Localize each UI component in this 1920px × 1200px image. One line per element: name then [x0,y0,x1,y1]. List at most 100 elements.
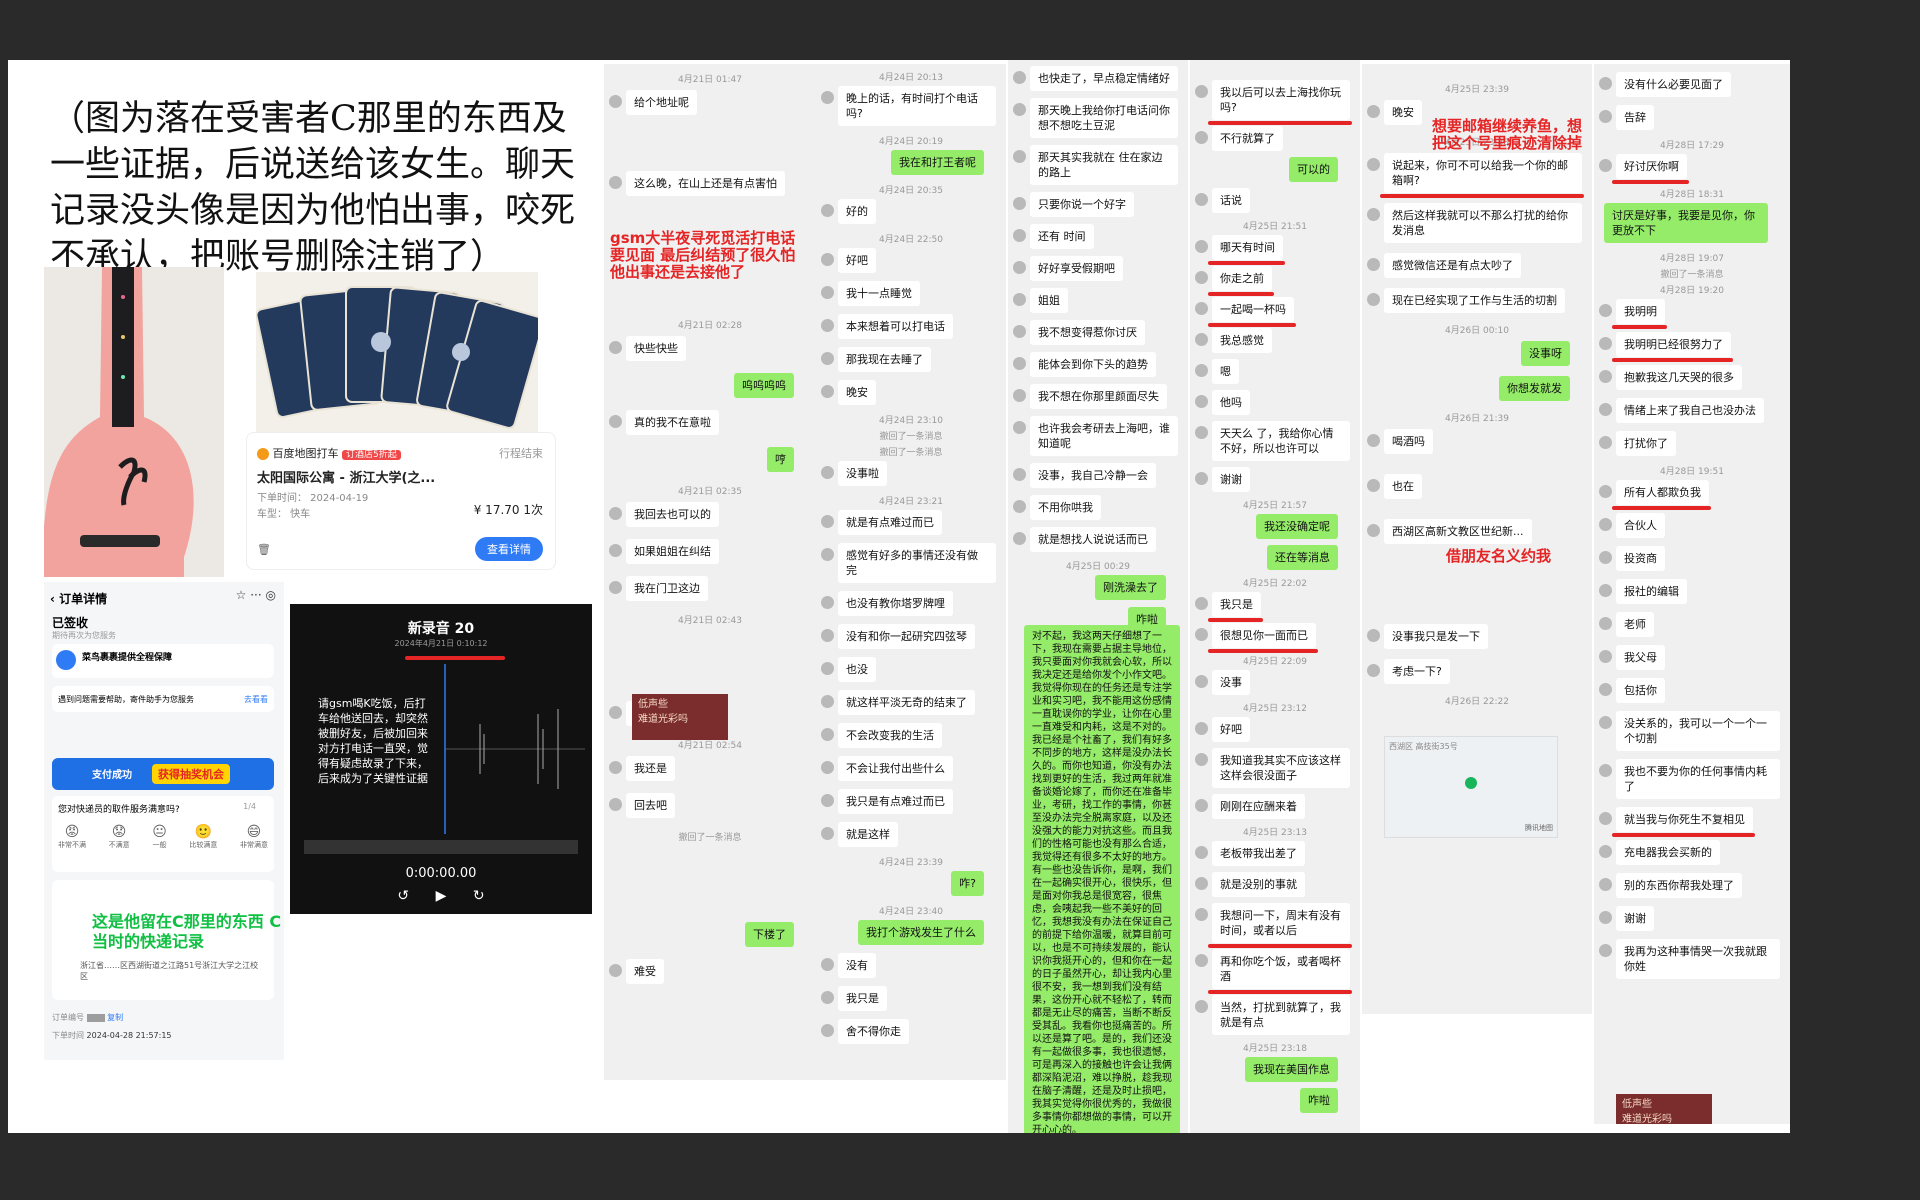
order-annotation: 这是他留在C那里的东西 C当时的快递记录 [92,912,282,951]
incoming-message: 真的我不在意啦 [626,410,719,435]
rating-option[interactable]: 😟 不满意 [109,824,130,850]
courier-text: 菜鸟裹裹提供全程保障 [82,653,173,663]
col1-annotation: gsm大半夜寻死觅活打电话要见面 最后纠结预了很久怕他出事还是去接他了 [610,229,796,281]
avatar [1195,628,1208,641]
incoming-message: 喝酒吗 [1384,429,1433,454]
avatar [1013,229,1026,242]
copy-button[interactable]: 复制 [107,1013,123,1022]
incoming-message: 情绪上来了我自己也没办法 [1616,398,1764,423]
chat-timestamp: 4月25日 21:57 [1243,501,1307,511]
rewind-icon[interactable]: ↺ [397,888,409,904]
chat-timestamp: 4月24日 23:10 [879,416,943,426]
avatar [1195,908,1208,921]
incoming-message: 哪天有时间 [1212,235,1283,260]
red-underline [1612,358,1733,362]
incoming-message: 本来想着可以打电话 [838,314,953,339]
chat-timestamp: 4月25日 23:13 [1243,828,1307,838]
outgoing-message: 呜呜呜呜 [734,373,794,398]
avatar [1599,518,1612,531]
incoming-message: 老师 [1616,612,1654,637]
red-underline [1208,990,1352,994]
ride-type: 车型： 快车 [257,509,311,520]
rating-option[interactable]: 😐 一般 [152,824,167,850]
avatar [821,352,834,365]
evidence-collage: （图为落在受害者C那里的东西及一些证据，后说送给该女生。聊天记录没头像是因为他怕… [8,60,1790,1133]
location-card[interactable]: 西湖区 高技街35号 腾讯地图 [1384,736,1558,838]
incoming-message: 就这样平淡无奇的结束了 [838,690,975,715]
incoming-message: 我再为这种事情哭一次我就跟你姓 [1616,939,1780,979]
avatar [1599,110,1612,123]
order-time: 2024-04-28 21:57:15 [86,1031,172,1040]
rating-option[interactable]: 😡 非常不满 [58,824,86,850]
incoming-message: 好讨厌你啊 [1616,154,1687,179]
red-underline [1208,944,1352,948]
ride-detail-button[interactable]: 查看详情 [475,537,543,561]
incoming-message: 那天晚上我给你打电话问你想不想吃土豆泥 [1030,98,1178,138]
avatar [1013,197,1026,210]
incoming-message: 好吧 [838,248,876,273]
star-icon[interactable]: ☆ [236,588,247,602]
outgoing-message: 我现在美国作息 [1245,1057,1338,1082]
chat-timestamp: 4月28日 19:07 [1660,254,1724,264]
avatar [1367,629,1380,642]
incoming-message: 很想见你一面而已 [1212,623,1316,648]
avatar [1013,261,1026,274]
chat-timestamp: 撤回了一条消息 [879,432,943,442]
chat-timestamp: 4月25日 21:51 [1243,222,1307,232]
incoming-message: 姐姐 [1030,288,1068,313]
forward-icon[interactable]: ↻ [473,888,485,904]
incoming-message: 感觉有好多的事情还没有做完 [838,543,996,583]
sticker-text: 低声些 [1622,1099,1652,1110]
back-icon[interactable]: ‹ [50,592,55,606]
avatar [1195,193,1208,206]
scrub-bar[interactable] [304,840,578,854]
chat-timestamp: 4月24日 20:13 [879,73,943,83]
chat-column-2: 4月24日 20:13 晚上的话，有时间打个电话吗? 4月24日 20:19 我在和打… [816,64,1006,1080]
avatar [1599,337,1612,350]
avatar [1013,421,1026,434]
pay-banner[interactable]: 支付成功 获得抽奖机会 [52,758,274,790]
help-button[interactable]: 去看看 [244,694,268,705]
chat-timestamp: 4月28日 17:29 [1660,141,1724,151]
incoming-message: 给个地址呢 [626,90,697,115]
avatar [821,695,834,708]
more-icon[interactable]: ··· [250,588,261,602]
incoming-message: 考虑一下? [1384,659,1450,684]
incoming-message: 我在门卫这边 [626,576,708,601]
incoming-message: 西湖区高新文教区世纪新... [1384,519,1532,544]
incoming-message: 也许我会考研去上海吧，谁知道呢 [1030,416,1178,456]
incoming-message: 只要你说一个好字 [1030,192,1134,217]
avatar [609,964,622,977]
avatar [1195,846,1208,859]
chat-timestamp: 4月26日 22:22 [1445,697,1509,707]
target-icon[interactable]: ◎ [266,588,276,602]
chat-column-1: 4月21日 01:47 给个地址呢 这么晚，在山上还是有点害怕 4月21日 02:28… [604,64,816,1080]
avatar [821,204,834,217]
avatar [609,341,622,354]
incoming-message: 好吧 [1212,717,1250,742]
incoming-message: 晚安 [1384,100,1422,125]
play-icon[interactable]: ▶ [436,888,447,904]
avatar [609,544,622,557]
rating-option[interactable]: 🙂 比较满意 [189,824,217,850]
avatar [1599,617,1612,630]
avatar [1013,293,1026,306]
rating-option[interactable]: 😄 非常满意 [240,824,268,850]
avatar [1195,597,1208,610]
outgoing-message: 咋? [951,871,984,896]
incoming-message: 如果姐姐在纠结 [626,539,719,564]
avatar [1195,426,1208,439]
trash-icon[interactable]: 🗑 [257,543,271,556]
avatar [821,629,834,642]
avatar [1013,150,1026,163]
incoming-message: 不用你哄我 [1030,495,1101,520]
avatar [609,95,622,108]
incoming-message: 也快走了，早点稳定情绪好 [1030,66,1178,91]
avatar [1599,304,1612,317]
avatar [609,706,622,719]
avatar [1599,764,1612,777]
avatar [1195,364,1208,377]
incoming-message: 包括你 [1616,678,1665,703]
avatar [1599,159,1612,172]
avatar [1195,753,1208,766]
